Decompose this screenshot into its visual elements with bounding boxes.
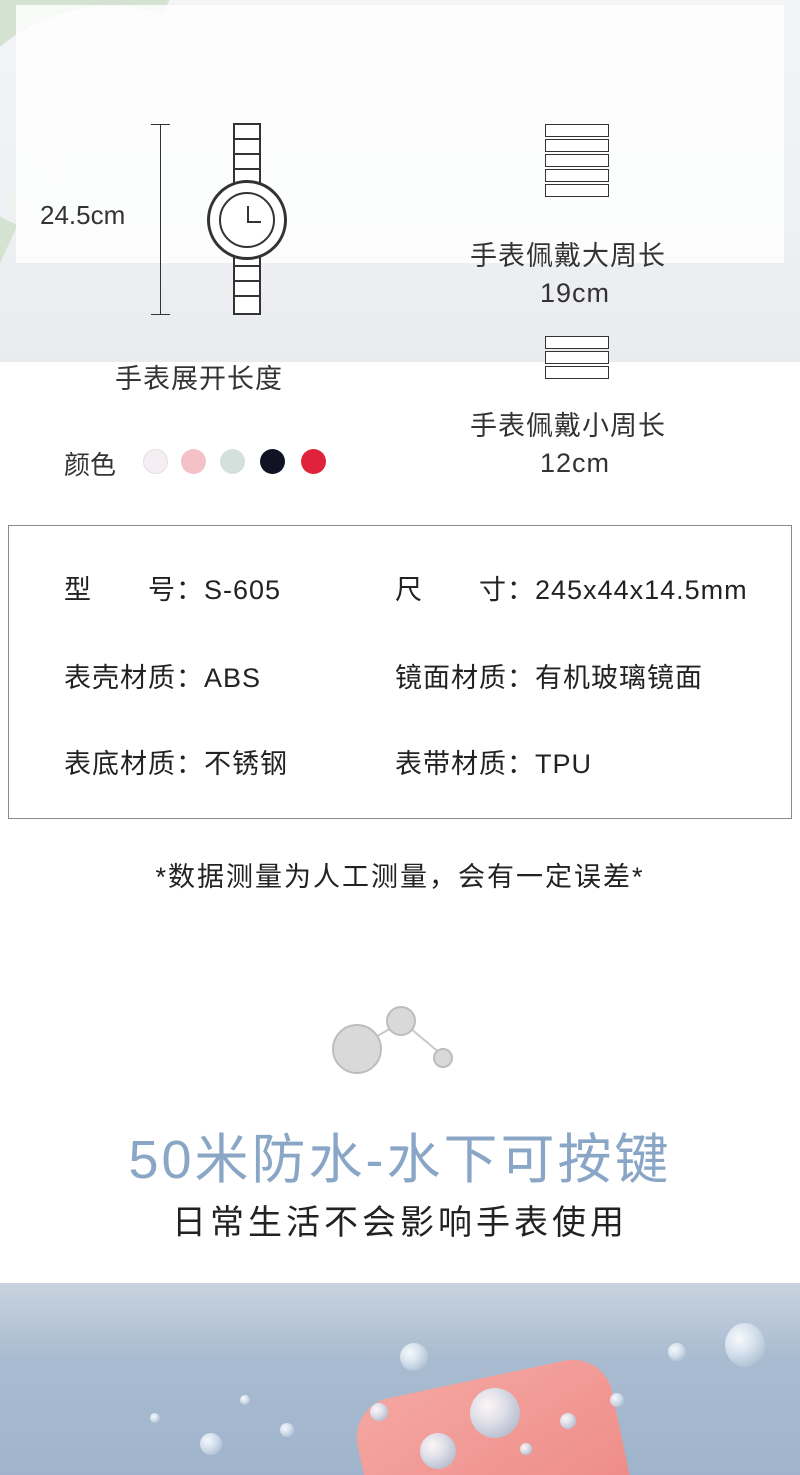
length-dimension-line [160, 124, 161, 314]
spec-size-value: 245x44x14.5mm [535, 575, 748, 605]
spec-case-value: ABS [204, 663, 262, 693]
waterproof-subline: 日常生活不会影响手表使用 [172, 1204, 628, 1242]
color-swatch-mint[interactable] [220, 449, 245, 474]
length-caption: 手表展开长度 [115, 364, 283, 394]
water-drop [470, 1388, 520, 1438]
water-drop [560, 1413, 576, 1429]
spec-strap-value: TPU [535, 749, 592, 779]
molecule-icon [386, 1006, 416, 1036]
large-circumference-icon [545, 124, 609, 199]
color-swatch-red[interactable] [301, 449, 326, 474]
water-photo [0, 1283, 800, 1475]
color-swatch-pink[interactable] [181, 449, 206, 474]
spec-strap: 表带材质：TPU [395, 742, 592, 781]
spec-case-label: 表壳材质： [64, 663, 204, 693]
spec-mirror-value: 有机玻璃镜面 [535, 663, 703, 693]
color-swatch-white[interactable] [143, 449, 168, 474]
spec-mirror: 镜面材质：有机玻璃镜面 [395, 656, 703, 695]
spec-model-value: S-605 [204, 575, 282, 605]
spec-back-label: 表底材质： [64, 749, 204, 779]
water-drop [520, 1443, 532, 1455]
water-drop [280, 1423, 294, 1437]
spec-back: 表底材质：不锈钢 [64, 742, 288, 781]
watch-strap-bottom [233, 255, 261, 315]
spec-case: 表壳材质：ABS [64, 656, 261, 695]
color-label: 颜色 [64, 450, 117, 480]
water-drop [725, 1323, 765, 1367]
dimension-cap-bottom [151, 314, 170, 315]
water-drop [610, 1393, 624, 1407]
water-drop [370, 1403, 388, 1421]
spec-model: 型 号：S-605 [64, 568, 281, 607]
large-circumference-value: 19cm [540, 278, 611, 308]
spec-size: 尺 寸：245x44x14.5mm [395, 568, 748, 607]
molecule-icon [433, 1048, 453, 1068]
diagram-panel [16, 5, 784, 263]
measurement-note: *数据测量为人工测量，会有一定误差* [155, 862, 645, 892]
small-circumference-caption: 手表佩戴小周长 [470, 411, 666, 441]
spec-strap-label: 表带材质： [395, 749, 535, 779]
water-drop [240, 1395, 250, 1405]
water-drop [150, 1413, 160, 1423]
color-swatch-black[interactable] [260, 449, 285, 474]
waterproof-headline: 50米防水-水下可按键 [128, 1130, 672, 1190]
water-drop [200, 1433, 222, 1455]
spec-mirror-label: 镜面材质： [395, 663, 535, 693]
spec-size-label: 尺 寸： [395, 575, 535, 605]
spec-model-label: 型 号： [64, 575, 204, 605]
water-drop [400, 1343, 428, 1371]
small-circumference-value: 12cm [540, 448, 611, 478]
hero-background [0, 0, 800, 362]
large-circumference-caption: 手表佩戴大周长 [470, 241, 666, 271]
watch-face-icon [207, 180, 287, 260]
water-drop [668, 1343, 686, 1361]
molecule-icon [332, 1024, 382, 1074]
watch-strap-top [233, 123, 261, 185]
water-drop [420, 1433, 456, 1469]
small-circumference-icon [545, 336, 609, 381]
dimension-cap-top [151, 124, 170, 125]
length-value: 24.5cm [40, 200, 126, 230]
spec-back-value: 不锈钢 [204, 749, 288, 779]
